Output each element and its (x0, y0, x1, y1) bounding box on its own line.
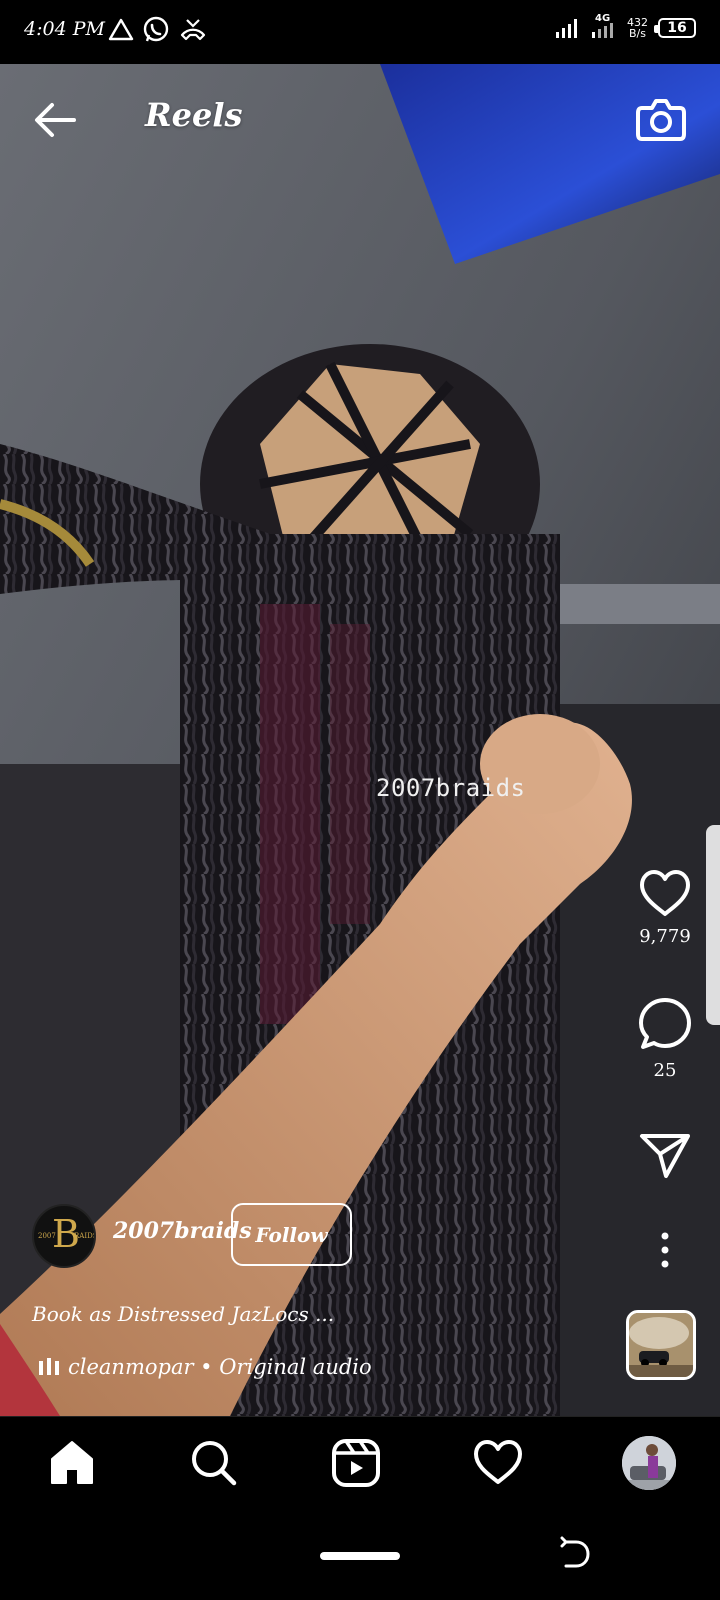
home-gesture-bar[interactable] (320, 1552, 400, 1560)
avatar-text-right: RAIDS (74, 1232, 96, 1240)
follow-button[interactable]: Follow (231, 1203, 352, 1266)
signal-4g: 4G (591, 13, 617, 40)
comment-action[interactable]: 25 (622, 996, 708, 1081)
signal-icon-2 (592, 23, 613, 38)
camera-icon[interactable] (634, 92, 688, 146)
search-icon[interactable] (188, 1437, 240, 1489)
whatsapp-icon (143, 16, 169, 42)
reel-video[interactable] (0, 64, 720, 1416)
edge-scroll-handle[interactable] (706, 825, 720, 1025)
status-time: 4:04 PM (24, 18, 105, 40)
back-arrow-icon[interactable] (30, 94, 82, 146)
audio-info[interactable]: cleanmopar • Original audio (38, 1355, 372, 1379)
like-action[interactable]: 9,779 (622, 868, 708, 947)
audio-bars-icon (39, 1358, 59, 1375)
signal-icon (556, 19, 577, 38)
share-icon[interactable] (638, 1132, 692, 1180)
profile-avatar[interactable] (622, 1436, 676, 1490)
status-bar: 4:04 PM 4G 432 B/s 16 (0, 0, 720, 64)
heart-icon[interactable] (638, 868, 692, 918)
like-count: 9,779 (639, 926, 691, 947)
audio-thumbnail[interactable] (626, 1310, 696, 1380)
drive-icon (108, 18, 134, 41)
author-avatar[interactable]: 2007 B RAIDS (32, 1204, 96, 1268)
system-indicators: 4G 432 B/s 16 (555, 13, 696, 40)
battery-indicator: 16 (654, 18, 696, 38)
audio-thumbnail-image (629, 1313, 693, 1377)
network-speed: 432 B/s (627, 16, 648, 40)
reels-icon[interactable] (330, 1437, 382, 1489)
profile-photo (622, 1436, 676, 1490)
reel-video-frame (0, 64, 720, 1416)
page-title: Reels (145, 96, 243, 134)
reels-header: Reels (0, 64, 720, 174)
bottom-nav (0, 1416, 720, 1506)
back-gesture-icon[interactable] (556, 1536, 592, 1572)
notification-icons (108, 16, 208, 44)
more-action[interactable] (622, 1232, 708, 1272)
missed-call-icon (180, 19, 206, 41)
system-nav (0, 1506, 720, 1600)
audio-label: cleanmopar • Original audio (68, 1355, 372, 1379)
share-action[interactable] (622, 1132, 708, 1184)
video-watermark: 2007braids (376, 774, 526, 802)
comment-count: 25 (653, 1060, 677, 1081)
home-icon[interactable] (46, 1437, 98, 1489)
activity-heart-icon[interactable] (472, 1437, 524, 1489)
comment-icon[interactable] (637, 996, 693, 1052)
more-icon[interactable] (660, 1232, 670, 1268)
reel-caption[interactable]: Book as Distressed JazLocs ... (32, 1302, 334, 1326)
